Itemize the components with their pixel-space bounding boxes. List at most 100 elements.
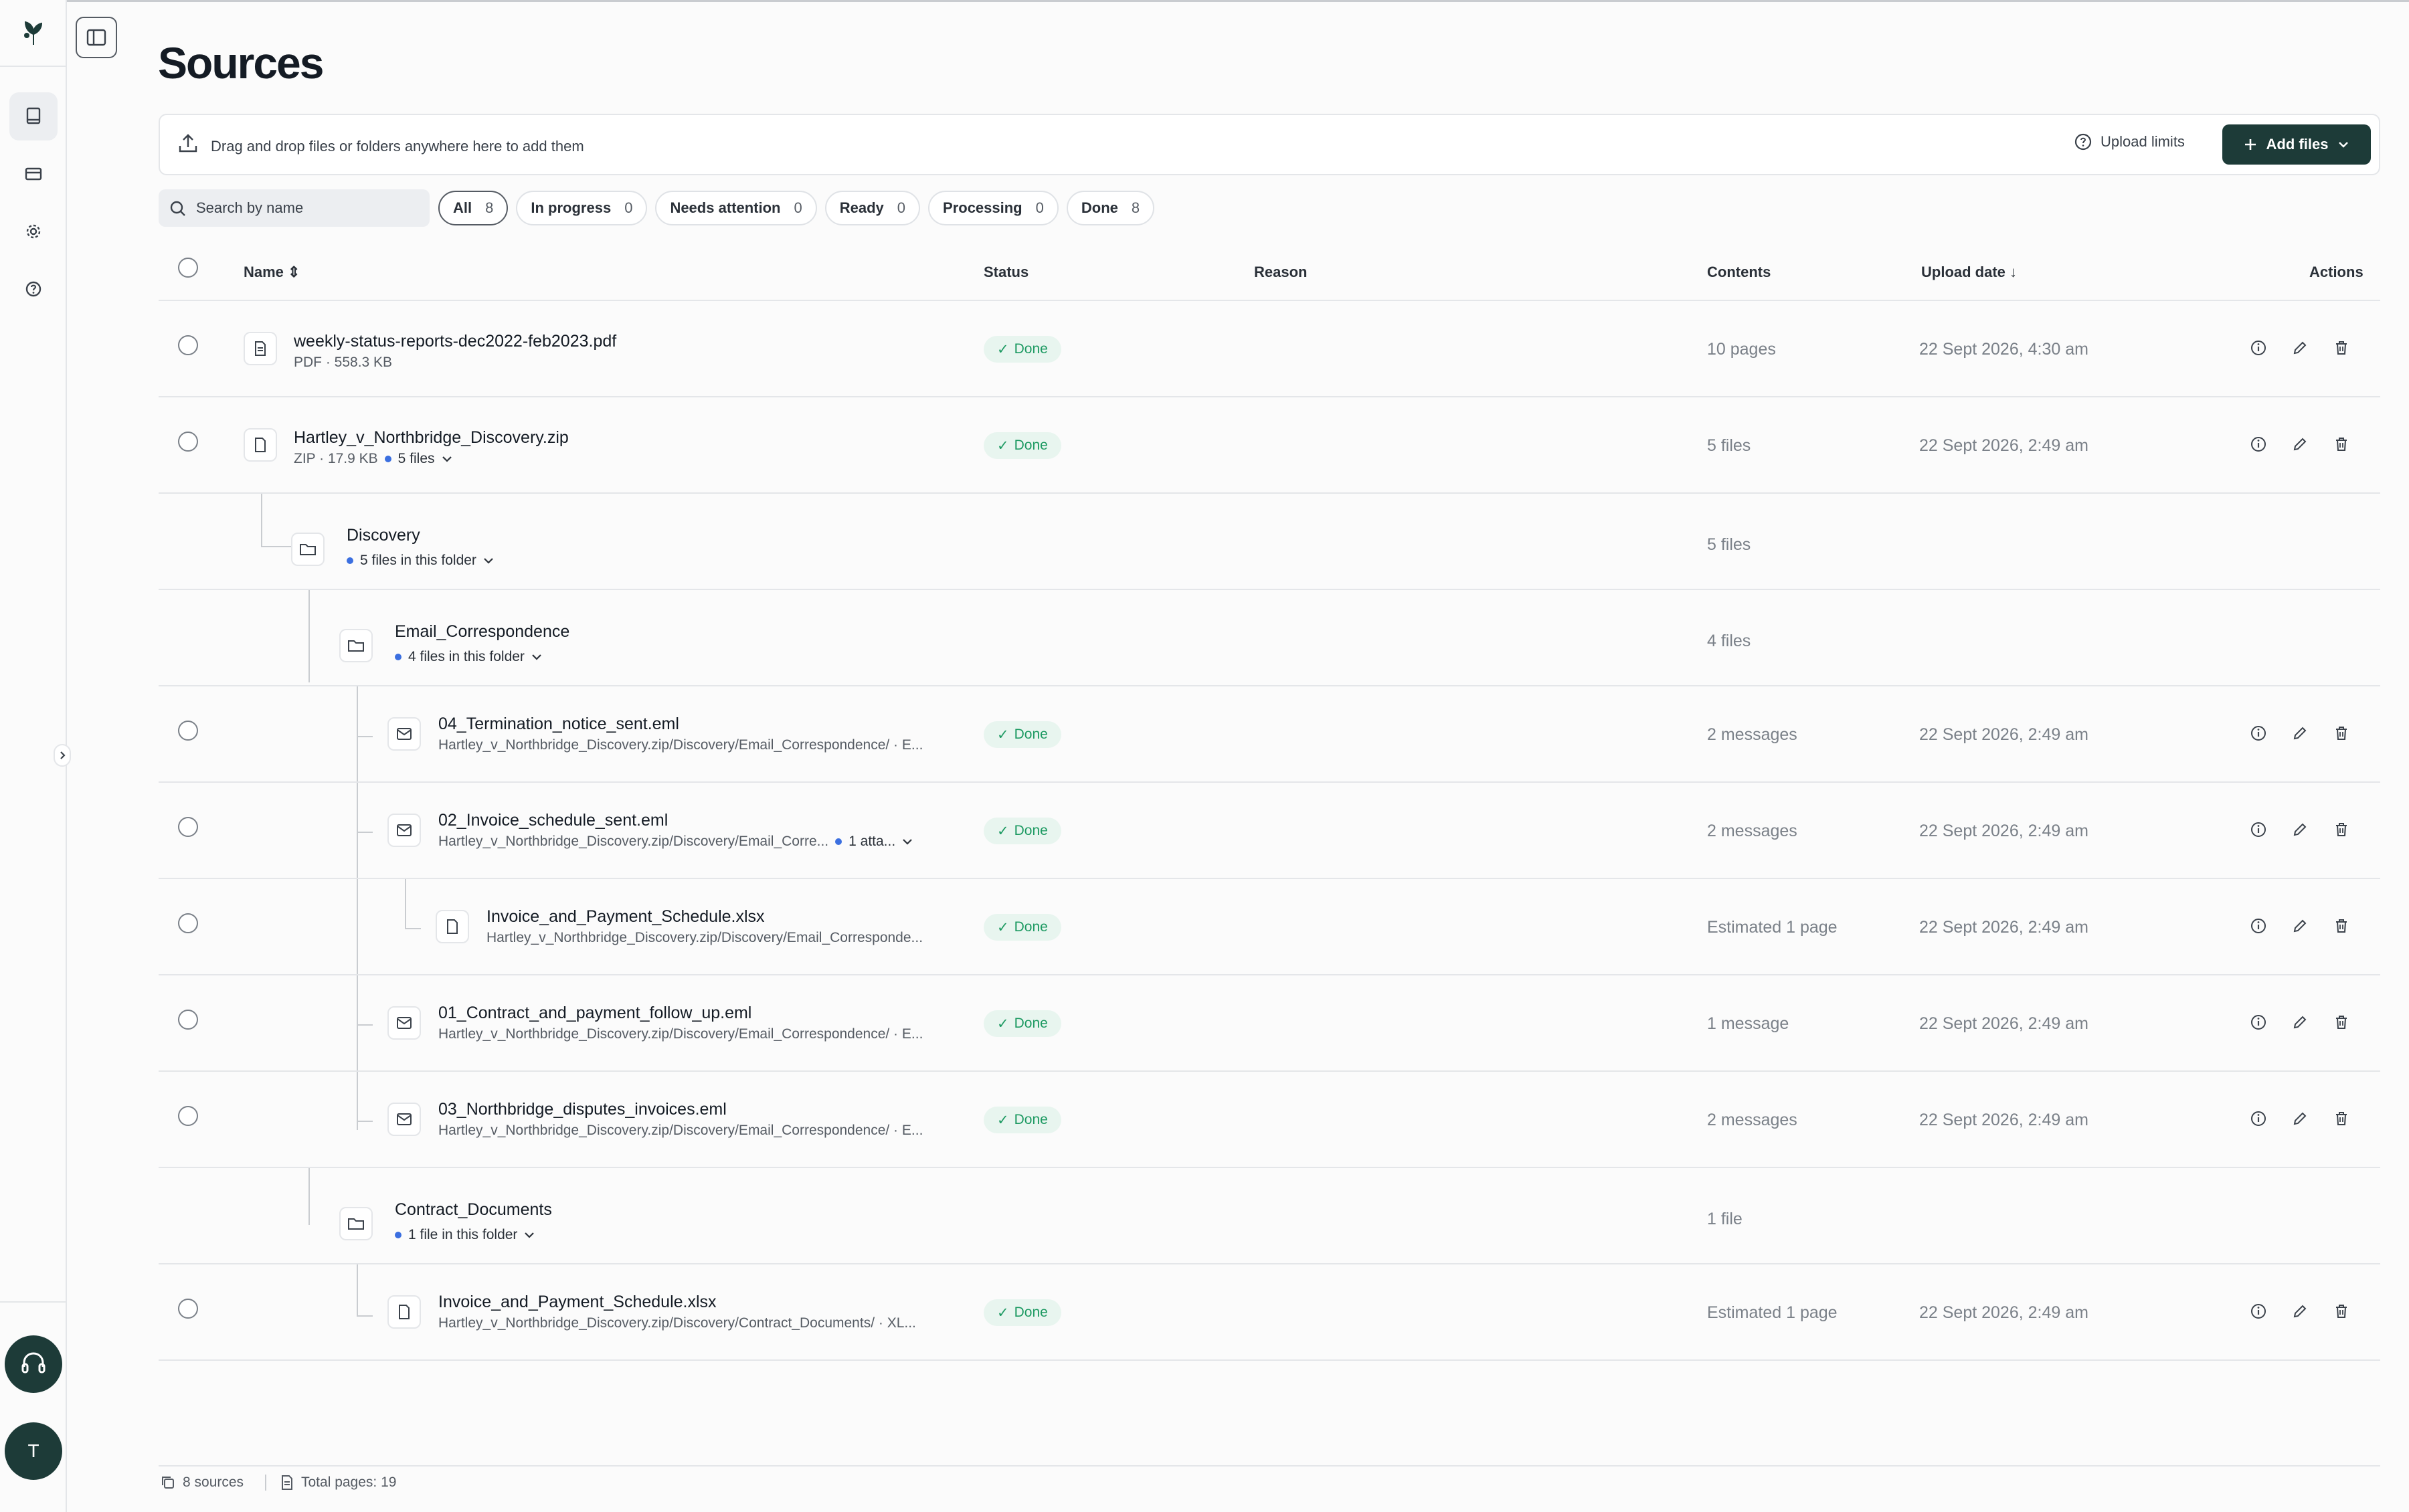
file-name[interactable]: weekly-status-reports-dec2022-feb2023.pd… bbox=[294, 332, 616, 351]
edit-button[interactable] bbox=[2291, 820, 2309, 842]
delete-button[interactable] bbox=[2332, 435, 2351, 457]
delete-button[interactable] bbox=[2332, 724, 2351, 746]
help-icon bbox=[25, 281, 41, 297]
search-box[interactable] bbox=[159, 189, 430, 227]
filter-all[interactable]: All 8 bbox=[438, 191, 509, 225]
filter-count: 8 bbox=[485, 199, 494, 216]
file-type-icon bbox=[244, 428, 277, 462]
info-button[interactable] bbox=[2249, 1013, 2268, 1035]
row-checkbox[interactable] bbox=[178, 1106, 198, 1126]
file-name[interactable]: Hartley_v_Northbridge_Discovery.zip bbox=[294, 428, 569, 448]
file-name[interactable]: Email_Correspondence bbox=[395, 622, 569, 642]
edit-button[interactable] bbox=[2291, 1109, 2309, 1131]
table-row[interactable]: Contract_Documents 1 file in this folder 1… bbox=[159, 1168, 2380, 1264]
file-name[interactable]: 04_Termination_notice_sent.eml bbox=[438, 715, 679, 734]
row-checkbox[interactable] bbox=[178, 1299, 198, 1319]
table-row[interactable]: weekly-status-reports-dec2022-feb2023.pd… bbox=[159, 301, 2380, 397]
pencil-icon bbox=[2293, 727, 2307, 740]
col-reason: Reason bbox=[1254, 264, 1308, 280]
top-border bbox=[0, 0, 2409, 2]
col-upload-date[interactable]: Upload date ↓ bbox=[1921, 264, 2017, 281]
nav-help[interactable] bbox=[9, 265, 58, 313]
table-header: Name ⇕ Status Reason Contents Upload dat… bbox=[159, 248, 2380, 301]
nav-sources[interactable] bbox=[9, 92, 58, 140]
edit-button[interactable] bbox=[2291, 724, 2309, 746]
table-row[interactable]: Invoice_and_Payment_Schedule.xlsx Hartley… bbox=[159, 1264, 2380, 1361]
select-all-checkbox[interactable] bbox=[178, 258, 198, 278]
expand-sidebar-button[interactable] bbox=[54, 744, 71, 767]
page-title: Sources bbox=[158, 38, 324, 88]
row-actions bbox=[2249, 820, 2351, 842]
toggle-panel-button[interactable] bbox=[76, 17, 117, 58]
delete-button[interactable] bbox=[2332, 339, 2351, 361]
file-name[interactable]: 02_Invoice_schedule_sent.eml bbox=[438, 811, 668, 830]
support-button[interactable] bbox=[5, 1335, 62, 1393]
add-files-button[interactable]: Add files bbox=[2222, 124, 2371, 165]
filter-in-progress[interactable]: In progress 0 bbox=[516, 191, 648, 225]
upload-limits-link[interactable]: Upload limits bbox=[2074, 132, 2185, 151]
info-button[interactable] bbox=[2249, 724, 2268, 746]
file-name[interactable]: Invoice_and_Payment_Schedule.xlsx bbox=[438, 1293, 717, 1312]
file-name[interactable]: Contract_Documents bbox=[395, 1200, 552, 1220]
filter-needs-attention[interactable]: Needs attention 0 bbox=[655, 191, 817, 225]
file-name[interactable]: 03_Northbridge_disputes_invoices.eml bbox=[438, 1100, 727, 1119]
edit-button[interactable] bbox=[2291, 339, 2309, 361]
total-pages: Total pages: 19 bbox=[265, 1475, 396, 1491]
edit-button[interactable] bbox=[2291, 435, 2309, 457]
edit-button[interactable] bbox=[2291, 1302, 2309, 1324]
table-row[interactable]: 02_Invoice_schedule_sent.eml Hartley_v_No… bbox=[159, 783, 2380, 879]
table-row[interactable]: 04_Termination_notice_sent.eml Hartley_v_… bbox=[159, 686, 2380, 783]
filter-count: 0 bbox=[794, 199, 802, 216]
drop-zone[interactable]: Drag and drop files or folders anywhere … bbox=[159, 114, 2380, 175]
nav-billing[interactable] bbox=[9, 150, 58, 198]
table-row[interactable]: Email_Correspondence 4 files in this fold… bbox=[159, 590, 2380, 686]
info-button[interactable] bbox=[2249, 820, 2268, 842]
filter-done[interactable]: Done 8 bbox=[1066, 191, 1155, 225]
contents-value: 2 messages bbox=[1707, 725, 1797, 744]
user-avatar[interactable]: T bbox=[5, 1422, 62, 1480]
table-row[interactable]: Invoice_and_Payment_Schedule.xlsx Hartley… bbox=[159, 879, 2380, 975]
row-checkbox[interactable] bbox=[178, 1010, 198, 1030]
info-button[interactable] bbox=[2249, 435, 2268, 457]
file-count-toggle[interactable]: 4 files in this folder bbox=[408, 649, 525, 665]
delete-button[interactable] bbox=[2332, 1109, 2351, 1131]
row-checkbox[interactable] bbox=[178, 335, 198, 355]
table-row[interactable]: 03_Northbridge_disputes_invoices.eml Hart… bbox=[159, 1072, 2380, 1168]
info-button[interactable] bbox=[2249, 917, 2268, 939]
file-name[interactable]: 01_Contract_and_payment_follow_up.eml bbox=[438, 1004, 751, 1023]
info-icon bbox=[2251, 1304, 2266, 1319]
delete-button[interactable] bbox=[2332, 1013, 2351, 1035]
filter-processing[interactable]: Processing 0 bbox=[928, 191, 1059, 225]
table-row[interactable]: Discovery 5 files in this folder 5 files bbox=[159, 494, 2380, 590]
file-name[interactable]: Invoice_and_Payment_Schedule.xlsx bbox=[486, 907, 765, 927]
filter-ready[interactable]: Ready 0 bbox=[824, 191, 921, 225]
delete-button[interactable] bbox=[2332, 917, 2351, 939]
col-name[interactable]: Name ⇕ bbox=[244, 264, 300, 281]
gear-icon bbox=[26, 224, 41, 239]
table-row[interactable]: Hartley_v_Northbridge_Discovery.zip ZIP ·… bbox=[159, 397, 2380, 494]
edit-button[interactable] bbox=[2291, 1013, 2309, 1035]
delete-button[interactable] bbox=[2332, 820, 2351, 842]
table-row[interactable]: 01_Contract_and_payment_follow_up.eml Har… bbox=[159, 975, 2380, 1072]
info-button[interactable] bbox=[2249, 339, 2268, 361]
row-checkbox[interactable] bbox=[178, 721, 198, 741]
upload-date: 22 Sept 2026, 2:49 am bbox=[1919, 918, 2088, 937]
file-count-toggle[interactable]: 1 atta... bbox=[849, 834, 895, 850]
nav-settings[interactable] bbox=[9, 207, 58, 256]
app-logo[interactable] bbox=[0, 0, 67, 67]
file-count-toggle[interactable]: 5 files bbox=[398, 451, 435, 467]
row-checkbox[interactable] bbox=[178, 432, 198, 452]
file-count-toggle[interactable]: 1 file in this folder bbox=[408, 1227, 517, 1243]
info-button[interactable] bbox=[2249, 1109, 2268, 1131]
row-checkbox[interactable] bbox=[178, 817, 198, 837]
check-icon: ✓ bbox=[997, 1016, 1009, 1032]
headset-icon bbox=[21, 1352, 46, 1374]
search-input[interactable] bbox=[196, 196, 417, 220]
info-button[interactable] bbox=[2249, 1302, 2268, 1324]
row-checkbox[interactable] bbox=[178, 913, 198, 933]
file-name[interactable]: Discovery bbox=[347, 526, 420, 545]
file-count-toggle[interactable]: 5 files in this folder bbox=[360, 553, 476, 569]
edit-button[interactable] bbox=[2291, 917, 2309, 939]
mail-icon bbox=[397, 728, 412, 740]
delete-button[interactable] bbox=[2332, 1302, 2351, 1324]
